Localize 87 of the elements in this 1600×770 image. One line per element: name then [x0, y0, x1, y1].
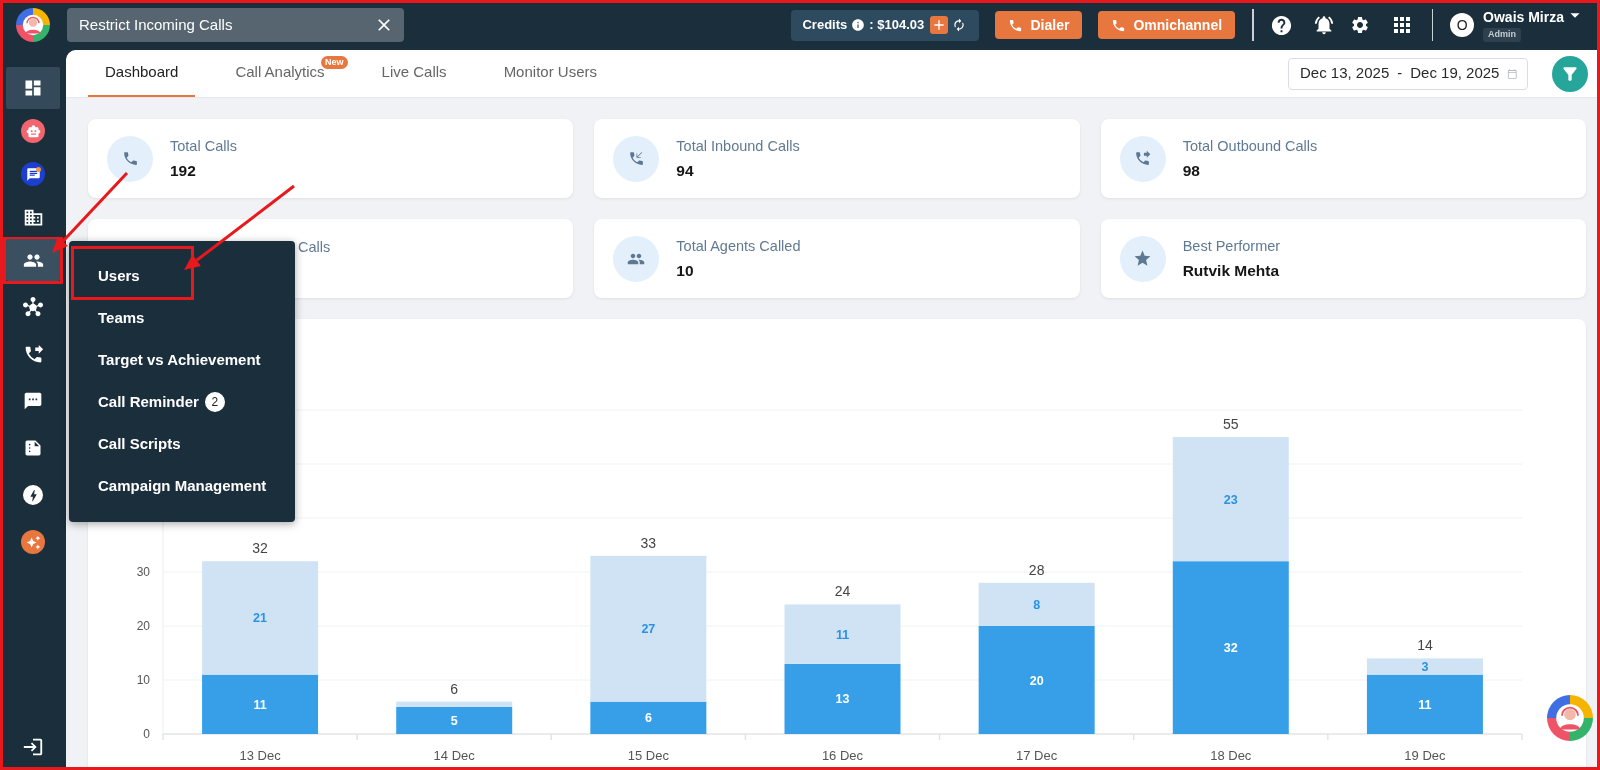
total-label: 32 — [252, 540, 268, 557]
new-badge: New — [321, 56, 348, 69]
x-axis-label: 15 Dec — [627, 748, 669, 763]
stat-label: Calls — [298, 238, 331, 256]
date-separator: - — [1397, 63, 1403, 84]
total-label: 24 — [834, 583, 851, 600]
value-label: 23 — [1223, 492, 1238, 507]
refresh-icon[interactable] — [952, 18, 967, 32]
logo-icon — [16, 8, 50, 42]
tab[interactable]: Dashboard — [88, 50, 196, 97]
total-label: 14 — [1417, 637, 1433, 654]
y-axis-label: 20 — [136, 619, 150, 633]
x-axis-label: 14 Dec — [433, 748, 475, 763]
user-role: Admin — [1483, 27, 1522, 42]
open-page-tab[interactable]: Restrict Incoming Calls — [67, 8, 404, 42]
total-label: 55 — [1223, 416, 1239, 432]
y-axis-label: 30 — [136, 565, 150, 579]
value-label: 5 — [450, 714, 458, 728]
credits-amount: : $104.03 — [869, 16, 925, 35]
value-label: 27 — [641, 622, 656, 637]
dashboard-icon — [23, 78, 43, 98]
user-avatar[interactable]: O — [1450, 13, 1475, 37]
sidebar-button[interactable] — [6, 67, 60, 109]
end-date: Dec 19, 2025 — [1410, 63, 1500, 84]
stat-value: 192 — [170, 161, 197, 180]
info-icon[interactable] — [851, 18, 866, 32]
menu-item[interactable]: Call Scripts — [75, 423, 187, 465]
menu-item[interactable]: Target vs Achievement — [75, 339, 267, 381]
value-label: 13 — [835, 692, 850, 707]
stat-label: Total Agents Called — [676, 237, 801, 255]
add-credit-icon[interactable] — [930, 16, 949, 34]
count-badge: 2 — [204, 392, 225, 412]
value-label: 3 — [1421, 660, 1429, 674]
value-label: 11 — [835, 627, 850, 642]
calendar-icon — [1507, 66, 1518, 81]
y-axis-label: 10 — [136, 673, 150, 687]
value-label: 8 — [1033, 597, 1041, 612]
sparkle-icon — [21, 530, 45, 554]
menu-item[interactable]: Campaign Management — [75, 465, 273, 507]
chat-bubble-icon — [21, 162, 45, 186]
start-date: Dec 13, 2025 — [1300, 63, 1390, 84]
bell-icon[interactable] — [1312, 14, 1335, 36]
exit-icon[interactable] — [22, 736, 44, 758]
value-label: 20 — [1029, 673, 1044, 688]
value-label: 11 — [253, 697, 267, 712]
value-label: 32 — [1223, 641, 1238, 656]
stat-label: Total Inbound Calls — [676, 137, 800, 155]
x-axis-label: 18 Dec — [1210, 748, 1252, 763]
credits-label: Credits — [802, 16, 848, 35]
phone-icon — [107, 135, 153, 182]
menu-item[interactable]: Users — [75, 255, 146, 297]
page-tab-title: Restrict Incoming Calls — [79, 14, 233, 35]
total-label: 33 — [640, 534, 657, 551]
x-axis-label: 17 Dec — [1016, 748, 1058, 763]
menu-item[interactable]: Call Reminder 2 — [75, 381, 231, 423]
bolt-icon — [23, 485, 43, 505]
stat-label: Total Calls — [170, 137, 237, 155]
phone-icon — [1008, 17, 1024, 33]
stat-value: 98 — [1182, 161, 1201, 180]
x-axis-label: 13 Dec — [239, 748, 281, 763]
stat-label: Total Outbound Calls — [1182, 137, 1318, 155]
menu-item[interactable]: Teams — [75, 297, 151, 339]
value-label: 6 — [644, 711, 652, 726]
help-icon[interactable] — [1269, 13, 1293, 37]
stat-value: Rutvik Mehta — [1182, 261, 1281, 280]
total-label: 6 — [450, 680, 459, 697]
phone-icon — [1111, 17, 1127, 33]
report-icon — [23, 438, 43, 458]
message-icon — [23, 391, 43, 411]
hub-icon — [23, 297, 43, 317]
stat-value: 94 — [676, 161, 695, 180]
stat-value: 10 — [676, 261, 695, 280]
date-range-field[interactable]: Dec 13, 2025 - Dec 19, 2025 — [1288, 57, 1528, 90]
support-chat-button[interactable] — [1547, 695, 1593, 741]
x-axis-label: 19 Dec — [1404, 748, 1446, 763]
value-label: 11 — [1418, 697, 1432, 712]
x-axis-label: 16 Dec — [821, 748, 864, 763]
stat-label: Best Performer — [1182, 237, 1281, 255]
user-name[interactable]: Owais Mirza — [1483, 8, 1564, 26]
y-axis-label: 0 — [143, 727, 150, 741]
settings-icon[interactable] — [1349, 15, 1370, 35]
tab[interactable]: Live Calls — [364, 50, 464, 97]
filter-button[interactable] — [1552, 55, 1588, 92]
total-label: 28 — [1028, 561, 1045, 578]
robot-icon — [21, 119, 45, 143]
value-label: 21 — [253, 611, 267, 626]
tab[interactable]: Monitor Users — [486, 50, 614, 97]
